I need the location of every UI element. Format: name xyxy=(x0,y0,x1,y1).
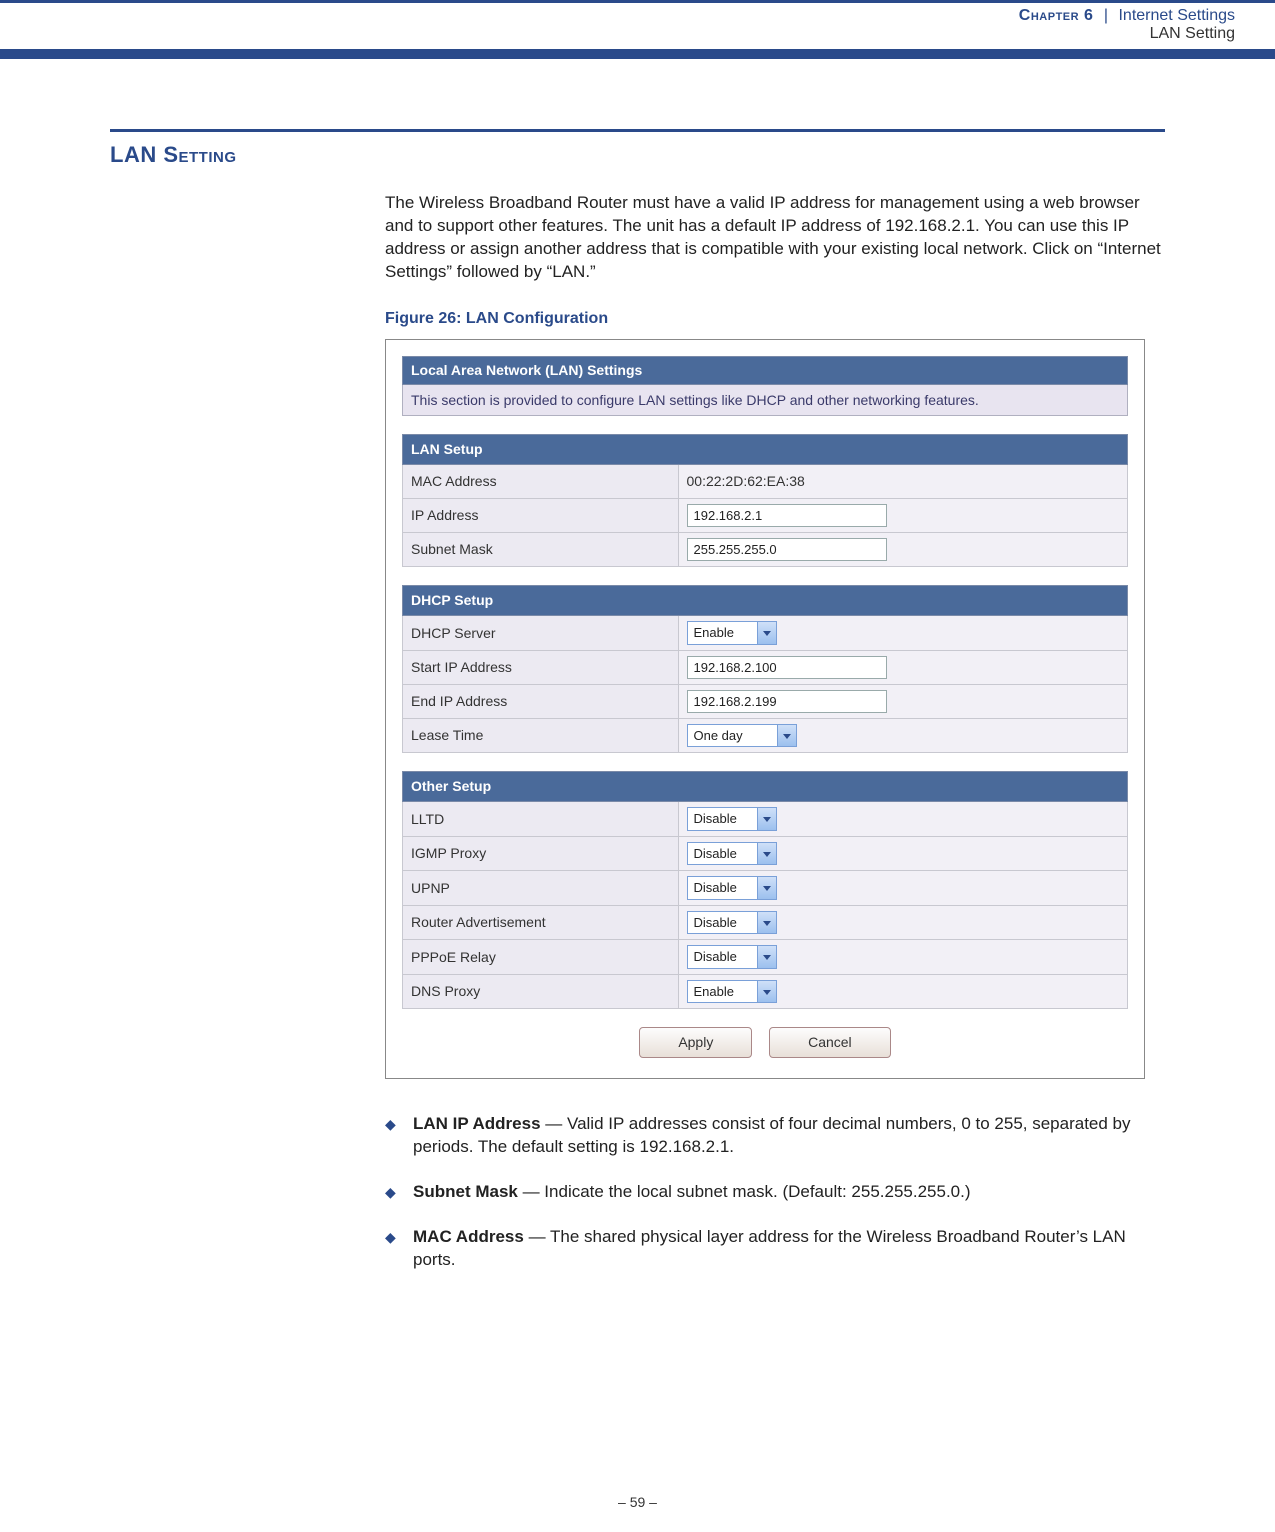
page-number: – 59 – xyxy=(0,1494,1275,1510)
table-row: Subnet Mask xyxy=(403,533,1128,567)
ip-address-input[interactable] xyxy=(687,504,887,527)
bullet-label: Subnet Mask xyxy=(413,1182,518,1201)
ip-address-label: IP Address xyxy=(403,499,679,533)
table-row: UPNP Disable xyxy=(403,871,1128,906)
subcategory-label: LAN Setting xyxy=(0,25,1235,43)
header-blue-bar xyxy=(0,49,1275,59)
other-setup-table: Other Setup LLTD Disable IGMP Proxy Disa… xyxy=(402,771,1128,1009)
mac-address-value: 00:22:2D:62:EA:38 xyxy=(678,465,1128,499)
router-advertisement-label: Router Advertisement xyxy=(403,905,679,940)
dhcp-server-select[interactable]: Enable xyxy=(687,621,777,645)
lltd-label: LLTD xyxy=(403,802,679,837)
bullet-text: — Indicate the local subnet mask. (Defau… xyxy=(518,1182,971,1201)
lan-setup-table: LAN Setup MAC Address 00:22:2D:62:EA:38 … xyxy=(402,434,1128,567)
other-setup-header: Other Setup xyxy=(403,772,1128,802)
igmp-proxy-select[interactable]: Disable xyxy=(687,842,777,866)
dhcp-setup-table: DHCP Setup DHCP Server Enable Start IP A… xyxy=(402,585,1128,753)
pppoe-relay-select[interactable]: Disable xyxy=(687,945,777,969)
cancel-button[interactable]: Cancel xyxy=(769,1027,891,1058)
list-item: ◆ LAN IP Address — Valid IP addresses co… xyxy=(385,1113,1165,1159)
table-row: MAC Address 00:22:2D:62:EA:38 xyxy=(403,465,1128,499)
table-row: DHCP Server Enable xyxy=(403,616,1128,651)
diamond-icon: ◆ xyxy=(385,1113,413,1159)
lease-time-label: Lease Time xyxy=(403,718,679,753)
list-item: ◆ MAC Address — The shared physical laye… xyxy=(385,1226,1165,1272)
bullet-label: LAN IP Address xyxy=(413,1114,541,1133)
upnp-select[interactable]: Disable xyxy=(687,876,777,900)
list-item: ◆ Subnet Mask — Indicate the local subne… xyxy=(385,1181,1165,1204)
lltd-select[interactable]: Disable xyxy=(687,807,777,831)
lease-time-select[interactable]: One day xyxy=(687,724,797,748)
bullet-label: MAC Address xyxy=(413,1227,524,1246)
dns-proxy-select[interactable]: Enable xyxy=(687,980,777,1004)
category-label: Internet Settings xyxy=(1118,7,1235,24)
subnet-mask-input[interactable] xyxy=(687,538,887,561)
end-ip-label: End IP Address xyxy=(403,684,679,718)
panel-description: This section is provided to configure LA… xyxy=(402,385,1128,416)
igmp-proxy-label: IGMP Proxy xyxy=(403,836,679,871)
start-ip-label: Start IP Address xyxy=(403,650,679,684)
table-row: End IP Address xyxy=(403,684,1128,718)
diamond-icon: ◆ xyxy=(385,1226,413,1272)
header-separator: | xyxy=(1098,7,1114,24)
pppoe-relay-label: PPPoE Relay xyxy=(403,940,679,975)
subnet-mask-label: Subnet Mask xyxy=(403,533,679,567)
button-row: Apply Cancel xyxy=(402,1027,1128,1058)
table-row: IGMP Proxy Disable xyxy=(403,836,1128,871)
apply-button[interactable]: Apply xyxy=(639,1027,752,1058)
intro-paragraph: The Wireless Broadband Router must have … xyxy=(385,192,1165,284)
dhcp-setup-header: DHCP Setup xyxy=(403,586,1128,616)
section-title: LAN Setting xyxy=(110,142,1165,168)
lan-config-screenshot: Local Area Network (LAN) Settings This s… xyxy=(385,339,1145,1079)
dhcp-server-label: DHCP Server xyxy=(403,616,679,651)
figure-caption: Figure 26: LAN Configuration xyxy=(385,308,1165,330)
table-row: LLTD Disable xyxy=(403,802,1128,837)
chapter-label: Chapter 6 xyxy=(1019,7,1094,24)
bullet-list: ◆ LAN IP Address — Valid IP addresses co… xyxy=(385,1113,1165,1272)
router-advertisement-select[interactable]: Disable xyxy=(687,911,777,935)
table-row: DNS Proxy Enable xyxy=(403,974,1128,1009)
table-row: IP Address xyxy=(403,499,1128,533)
end-ip-input[interactable] xyxy=(687,690,887,713)
mac-address-label: MAC Address xyxy=(403,465,679,499)
diamond-icon: ◆ xyxy=(385,1181,413,1204)
table-row: Start IP Address xyxy=(403,650,1128,684)
section-rule xyxy=(110,129,1165,132)
table-row: Lease Time One day xyxy=(403,718,1128,753)
upnp-label: UPNP xyxy=(403,871,679,906)
table-row: Router Advertisement Disable xyxy=(403,905,1128,940)
table-row: PPPoE Relay Disable xyxy=(403,940,1128,975)
page-header: Chapter 6 | Internet Settings LAN Settin… xyxy=(0,3,1275,49)
lan-setup-header: LAN Setup xyxy=(403,435,1128,465)
panel-title: Local Area Network (LAN) Settings xyxy=(402,356,1128,385)
dns-proxy-label: DNS Proxy xyxy=(403,974,679,1009)
start-ip-input[interactable] xyxy=(687,656,887,679)
